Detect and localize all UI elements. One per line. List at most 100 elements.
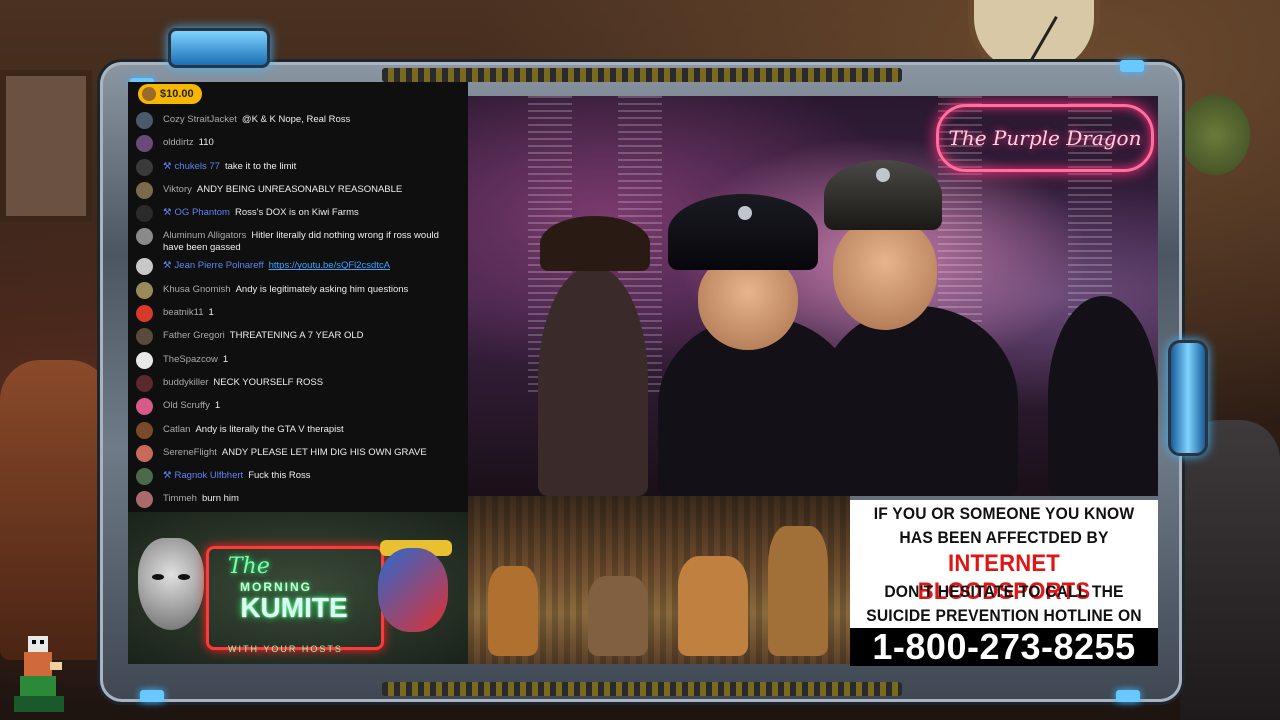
avatar[interactable] xyxy=(136,444,153,462)
chat-author[interactable]: Viktory xyxy=(163,184,192,195)
chat-message[interactable]: Khusa Gnomish Andy is legitimately asking… xyxy=(128,281,468,307)
chat-message[interactable]: buddykiller NECK YOURSELF ROSS xyxy=(128,374,468,400)
psa-line-4: DON'T HESITATE TO CALL THE xyxy=(884,582,1124,601)
avatar[interactable] xyxy=(136,328,153,346)
wrench-icon: ⚒ xyxy=(163,260,172,272)
chat-message[interactable]: TheSpazcow 1 xyxy=(128,351,468,377)
chat-message[interactable]: SereneFlight ANDY PLEASE LET HIM DIG HIS … xyxy=(128,444,468,470)
chat-message-body: Khusa Gnomish Andy is legitimately asking… xyxy=(163,284,408,296)
avatar[interactable] xyxy=(136,305,153,323)
avatar[interactable] xyxy=(136,205,153,223)
chat-text: Ross's DOX is on Kiwi Farms xyxy=(234,207,359,219)
avatar[interactable] xyxy=(136,491,153,509)
chat-author[interactable]: Catlan xyxy=(163,424,190,435)
pixel-game-video[interactable] xyxy=(468,496,850,664)
chat-message[interactable]: ⚒ chukels 77 take it to the limit xyxy=(128,158,468,184)
avatar[interactable] xyxy=(136,421,153,439)
chat-author[interactable]: TheSpazcow xyxy=(163,354,218,365)
chat-message-body: beatnik11 1 xyxy=(163,307,214,319)
avatar[interactable] xyxy=(136,374,153,392)
avatar[interactable] xyxy=(136,258,153,276)
chat-message[interactable]: Catlan Andy is literally the GTA V therap… xyxy=(128,421,468,447)
avatar[interactable] xyxy=(136,398,153,416)
chat-message[interactable]: Old Scruffy 1 xyxy=(128,398,468,423)
chat-text: burn him xyxy=(201,493,239,505)
chat-message-body: Old Scruffy 1 xyxy=(163,400,220,412)
chat-message-body: Timmeh burn him xyxy=(163,493,239,505)
armchair-left xyxy=(0,360,110,660)
chat-message-body: ⚒ Jean Pierre Polnareff https://youtu.be/s… xyxy=(163,260,390,272)
chat-message-list: Cozy StraitJacket @K & K Nope, Real Ross o… xyxy=(128,112,468,512)
chat-author[interactable]: Timmeh xyxy=(163,493,197,504)
background-biker xyxy=(1048,296,1158,496)
chat-text: take it to the limit xyxy=(224,160,297,172)
chat-message[interactable]: Timmeh burn him xyxy=(128,491,468,512)
avatar[interactable] xyxy=(136,158,153,176)
chat-author[interactable]: Khusa Gnomish xyxy=(163,284,231,295)
chat-message[interactable]: ⚒ OG Phantom Ross's DOX is on Kiwi Farms xyxy=(128,205,468,230)
chat-text: 1 xyxy=(222,353,229,365)
wrench-icon: ⚒ xyxy=(163,160,172,172)
chat-message-body: ⚒ chukels 77 take it to the limit xyxy=(163,161,296,173)
main-video[interactable]: The Purple Dragon xyxy=(468,96,1158,496)
logo-kumite: KUMITE xyxy=(240,592,348,623)
avatar[interactable] xyxy=(136,468,153,486)
potted-plant xyxy=(1180,95,1250,175)
chat-message[interactable]: Viktory ANDY BEING UNREASONABLY REASONABL… xyxy=(128,181,468,207)
chat-text: Andy is literally the GTA V therapist xyxy=(195,423,344,435)
psa-line-2: HAS BEEN AFFECTDED BY xyxy=(899,528,1109,547)
avatar[interactable] xyxy=(136,181,153,199)
chat-text: Andy is legitimately asking him question… xyxy=(235,283,409,295)
wall-painting xyxy=(0,70,92,222)
chat-author[interactable]: SereneFlight xyxy=(163,447,217,458)
frame-light xyxy=(1116,690,1140,702)
neon-sign: The Purple Dragon xyxy=(936,104,1154,172)
pixel-turtle-mascot xyxy=(14,636,64,712)
chat-author[interactable]: Old Scruffy xyxy=(163,400,210,411)
chat-message-body: Aluminum Alligators Hitler literally did … xyxy=(163,230,460,254)
chat-author[interactable]: olddirtz xyxy=(163,137,194,148)
game-sprite xyxy=(488,566,538,656)
chat-message[interactable]: Father Gregori THREATENING A 7 YEAR OLD xyxy=(128,328,468,353)
chat-text: 1 xyxy=(214,400,221,412)
game-sprite xyxy=(678,556,748,656)
wrench-icon: ⚒ xyxy=(163,207,172,219)
chat-link[interactable]: https://youtu.be/sQFl2csdtcA xyxy=(269,260,390,271)
chat-message[interactable]: olddirtz 110 xyxy=(128,135,468,160)
frame-hazard-strip-bottom xyxy=(382,682,902,696)
live-chat-panel[interactable]: $10.00 Cozy StraitJacket @K & K Nope, Rea… xyxy=(128,82,468,512)
avatar[interactable] xyxy=(136,281,153,299)
chat-author[interactable]: buddykiller xyxy=(163,377,208,388)
chat-message-body: Cozy StraitJacket @K & K Nope, Real Ross xyxy=(163,114,350,126)
chat-author[interactable]: Father Gregori xyxy=(163,330,225,341)
chat-author[interactable]: Ragnok Ulfbhert xyxy=(175,470,244,481)
chat-message[interactable]: ⚒ Ragnok Ulfbhert Fuck this Ross xyxy=(128,468,468,493)
avatar[interactable] xyxy=(136,112,153,129)
chat-text: NECK YOURSELF ROSS xyxy=(213,376,324,388)
chat-author[interactable]: Cozy StraitJacket xyxy=(163,114,237,125)
armchair-right xyxy=(1180,420,1280,720)
mascot-eye xyxy=(178,574,190,580)
chat-author[interactable]: Jean Pierre Polnareff xyxy=(175,260,264,271)
chat-message[interactable]: ⚒ Jean Pierre Polnareff https://youtu.be/s… xyxy=(128,258,468,283)
chat-text: Fuck this Ross xyxy=(248,470,311,482)
chat-message[interactable]: Cozy StraitJacket @K & K Nope, Real Ross xyxy=(128,112,468,137)
chat-message[interactable]: beatnik11 1 xyxy=(128,305,468,330)
chat-text: ANDY BEING UNREASONABLY REASONABLE xyxy=(196,183,403,195)
superchat-badge[interactable]: $10.00 xyxy=(138,84,202,104)
frame-light-cap xyxy=(168,28,270,68)
chat-message-body: ⚒ OG Phantom Ross's DOX is on Kiwi Farms xyxy=(163,207,359,219)
cap-badge xyxy=(876,168,890,182)
frame-hazard-strip-top xyxy=(382,68,902,82)
mascot-eye xyxy=(152,574,164,580)
chat-message[interactable]: Aluminum Alligators Hitler literally did … xyxy=(128,228,468,260)
officer-right-face xyxy=(833,218,937,330)
chat-author[interactable]: OG Phantom xyxy=(175,207,230,218)
background-dancer xyxy=(538,266,648,496)
avatar[interactable] xyxy=(136,135,153,153)
avatar[interactable] xyxy=(136,228,153,246)
chat-author[interactable]: chukels 77 xyxy=(175,161,220,172)
chat-author[interactable]: beatnik11 xyxy=(163,307,204,318)
avatar[interactable] xyxy=(136,351,153,369)
chat-author[interactable]: Aluminum Alligators xyxy=(163,230,246,241)
